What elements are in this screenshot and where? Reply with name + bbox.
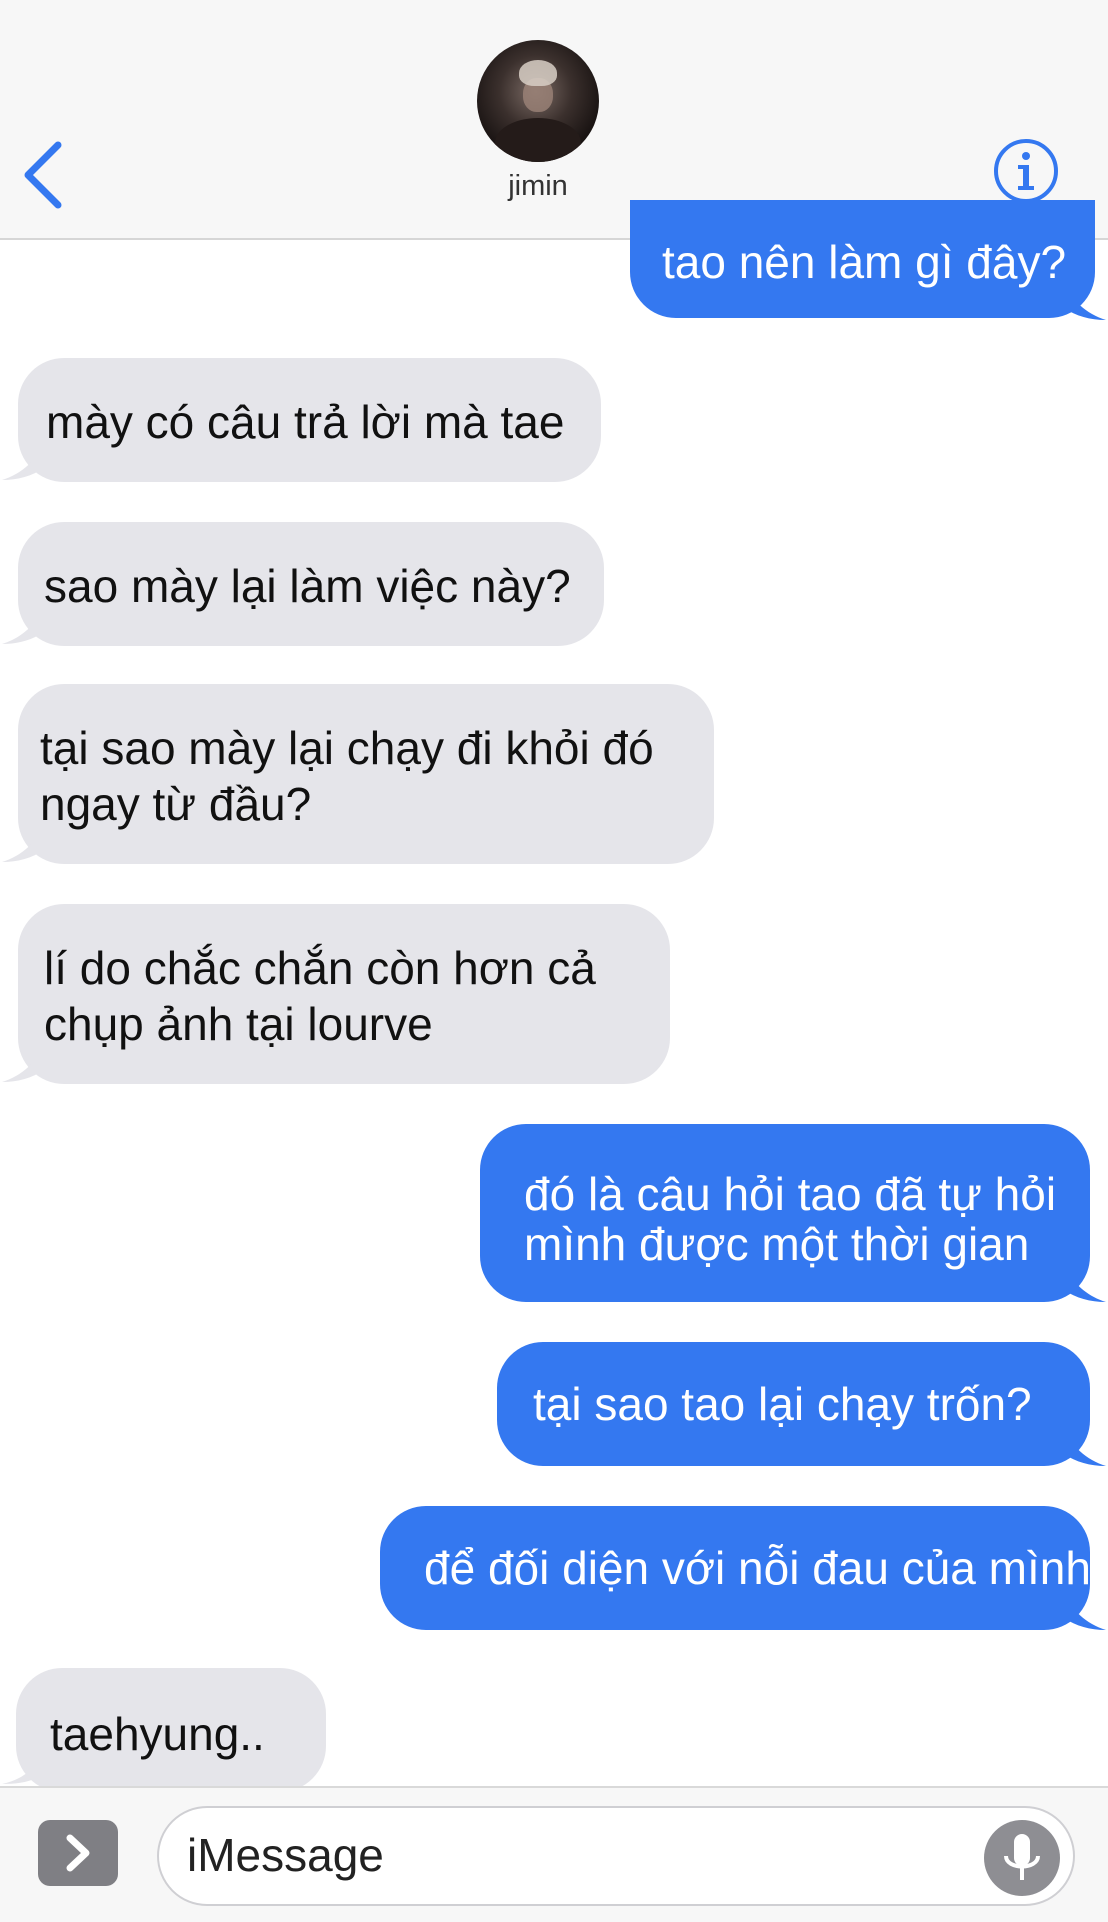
message-line: ngay từ đầu? bbox=[40, 778, 312, 830]
message-bubble-incoming[interactable]: mày có câu trả lời mà tae bbox=[18, 358, 601, 482]
bubble-tail bbox=[2, 604, 48, 644]
back-button[interactable] bbox=[18, 135, 78, 215]
message-line: lí do chắc chắn còn hơn cả bbox=[44, 942, 596, 994]
compose-bar: iMessage bbox=[0, 1786, 1108, 1922]
message-bubble-outgoing[interactable]: tại sao tao lại chạy trốn? bbox=[497, 1342, 1090, 1466]
contact-name[interactable]: jimin bbox=[438, 170, 638, 203]
message-bubble-outgoing[interactable]: tao nên làm gì đây? bbox=[630, 200, 1095, 318]
microphone-icon bbox=[1004, 1834, 1040, 1880]
bubble-tail bbox=[1060, 280, 1106, 320]
bubble-tail bbox=[2, 440, 48, 480]
avatar[interactable] bbox=[477, 40, 599, 162]
chevron-left-icon bbox=[24, 141, 62, 209]
message-bubble-incoming[interactable]: lí do chắc chắn còn hơn cả chụp ảnh tại … bbox=[18, 904, 670, 1084]
bubble-tail bbox=[1060, 1590, 1106, 1630]
bubble-tail bbox=[1060, 1426, 1106, 1466]
message-input[interactable]: iMessage bbox=[157, 1806, 1075, 1906]
message-line: mày có câu trả lời mà tae bbox=[46, 396, 565, 448]
message-line: đó là câu hỏi tao đã tự hỏi bbox=[524, 1168, 1057, 1220]
message-line: sao mày lại làm việc này? bbox=[44, 560, 571, 612]
apps-button[interactable] bbox=[38, 1820, 118, 1886]
message-bubble-incoming[interactable]: tại sao mày lại chạy đi khỏi đó ngay từ … bbox=[18, 684, 714, 864]
message-input-placeholder: iMessage bbox=[187, 1829, 384, 1881]
message-bubble-outgoing[interactable]: đó là câu hỏi tao đã tự hỏi mình được mộ… bbox=[480, 1124, 1090, 1302]
bubble-tail bbox=[2, 822, 48, 862]
message-line: tại sao tao lại chạy trốn? bbox=[533, 1378, 1032, 1430]
message-bubble-outgoing[interactable]: để đối diện với nỗi đau của mình bbox=[380, 1506, 1091, 1630]
message-bubble-incoming[interactable]: taehyung.. bbox=[16, 1668, 326, 1792]
bubble-tail bbox=[2, 1042, 48, 1082]
message-bubble-incoming[interactable]: sao mày lại làm việc này? bbox=[18, 522, 604, 646]
message-line: chụp ảnh tại lourve bbox=[44, 998, 433, 1050]
message-line: taehyung.. bbox=[50, 1708, 265, 1760]
message-line: tao nên làm gì đây? bbox=[662, 236, 1067, 288]
microphone-button[interactable] bbox=[984, 1820, 1060, 1896]
chevron-right-icon bbox=[66, 1834, 90, 1872]
info-button[interactable] bbox=[993, 138, 1059, 204]
bubble-tail bbox=[1060, 1262, 1106, 1302]
message-line: tại sao mày lại chạy đi khỏi đó bbox=[40, 722, 654, 774]
message-line: để đối diện với nỗi đau của mình bbox=[424, 1542, 1091, 1594]
message-line: mình được một thời gian bbox=[524, 1218, 1030, 1270]
info-icon bbox=[994, 139, 1058, 203]
bubble-tail bbox=[2, 1750, 48, 1784]
